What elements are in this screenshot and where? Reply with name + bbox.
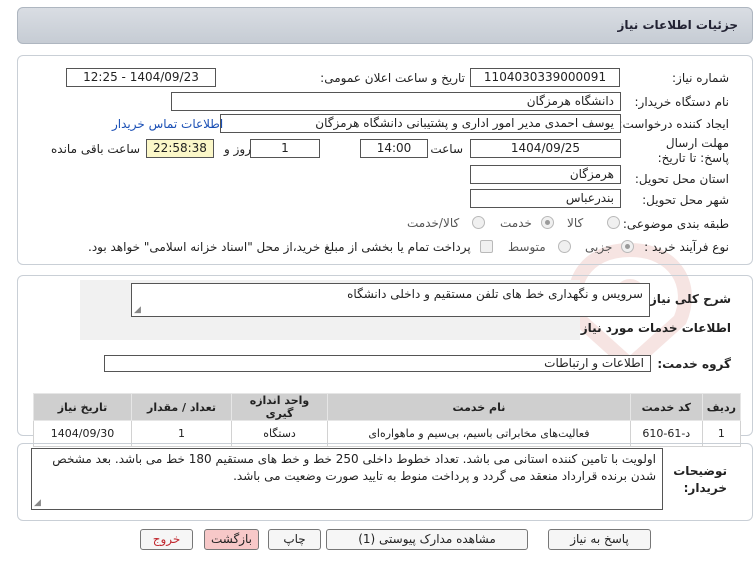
exit-button[interactable]: خروج bbox=[140, 529, 193, 550]
creator-label: ایجاد کننده درخواست: bbox=[618, 117, 729, 131]
radio-process-medium-label: متوسط bbox=[508, 240, 546, 254]
attachments-button[interactable]: مشاهده مدارک پیوستی (1) bbox=[326, 529, 528, 550]
creator-field: یوسف احمدی مدیر امور اداری و پشتیبانی دا… bbox=[220, 114, 621, 133]
radio-category-service[interactable] bbox=[541, 216, 554, 229]
service-group-label: گروه خدمت: bbox=[657, 357, 731, 371]
contact-info-link[interactable]: اطلاعات تماس خریدار bbox=[112, 117, 223, 131]
deadline-time-label: ساعت bbox=[430, 142, 463, 156]
back-button[interactable]: بازگشت bbox=[204, 529, 259, 550]
radio-process-minor[interactable] bbox=[621, 240, 634, 253]
deadline-label: مهلت ارسال پاسخ: تا تاریخ: bbox=[657, 136, 729, 165]
resize-grip-icon[interactable]: ◢ bbox=[134, 306, 141, 315]
deadline-time-field: 14:00 bbox=[360, 139, 428, 158]
buyer-notes-text: اولویت با تامین کننده استانی می باشد. تع… bbox=[52, 452, 656, 483]
remaining-time-field: 22:58:38 bbox=[146, 139, 214, 158]
radio-category-goods[interactable] bbox=[607, 216, 620, 229]
buyer-notes-field: اولویت با تامین کننده استانی می باشد. تع… bbox=[31, 448, 663, 510]
treasury-checkbox[interactable] bbox=[480, 240, 493, 253]
col-quantity: تعداد / مقدار bbox=[131, 393, 232, 421]
col-unit: واحد اندازه گیری bbox=[231, 393, 328, 421]
province-label: استان محل تحویل: bbox=[634, 172, 729, 186]
city-field: بندرعباس bbox=[470, 189, 621, 208]
process-label: نوع فرآیند خرید : bbox=[644, 240, 729, 254]
services-table: ردیف کد خدمت نام خدمت واحد اندازه گیری ت… bbox=[33, 393, 742, 447]
col-service-code: کد خدمت bbox=[629, 393, 703, 421]
days-label: روز و bbox=[224, 142, 251, 156]
description-label: شرح کلی نیاز: bbox=[645, 292, 731, 306]
table-header-row: ردیف کد خدمت نام خدمت واحد اندازه گیری ت… bbox=[33, 393, 742, 421]
print-button[interactable]: چاپ bbox=[268, 529, 321, 550]
resize-grip-icon[interactable]: ◢ bbox=[34, 499, 41, 508]
need-number-label: شماره نیاز: bbox=[672, 71, 729, 85]
col-service-name: نام خدمت bbox=[327, 393, 631, 421]
radio-category-goods-service-label: کالا/خدمت bbox=[407, 216, 460, 230]
remaining-label: ساعت باقی مانده bbox=[51, 142, 141, 156]
city-label: شهر محل تحویل: bbox=[642, 193, 729, 207]
days-field: 1 bbox=[250, 139, 320, 158]
col-row: ردیف bbox=[701, 393, 742, 421]
radio-category-goods-label: کالا bbox=[567, 216, 584, 230]
page-header: جزئیات اطلاعات نیاز bbox=[17, 7, 753, 44]
need-number-field: 1104030339000091 bbox=[470, 68, 620, 87]
radio-category-goods-service[interactable] bbox=[472, 216, 485, 229]
buyer-notes-label: توضیحات خریدار: bbox=[673, 464, 727, 495]
buyer-label: نام دستگاه خریدار: bbox=[634, 95, 730, 109]
radio-category-service-label: خدمت bbox=[500, 216, 532, 230]
reply-button[interactable]: پاسخ به نیاز bbox=[548, 529, 651, 550]
service-group-field: اطلاعات و ارتباطات bbox=[104, 355, 651, 372]
payment-note: پرداخت تمام یا بخشی از مبلغ خرید،از محل … bbox=[88, 240, 471, 254]
services-section-title: اطلاعات خدمات مورد نیاز bbox=[580, 321, 731, 335]
col-need-date: تاریخ نیاز bbox=[33, 393, 132, 421]
radio-process-medium[interactable] bbox=[558, 240, 571, 253]
province-field: هرمزگان bbox=[470, 165, 621, 184]
announce-field: 1404/09/23 - 12:25 bbox=[66, 68, 216, 87]
page-title: جزئیات اطلاعات نیاز bbox=[617, 18, 738, 32]
announce-label: تاریخ و ساعت اعلان عمومی: bbox=[320, 71, 465, 85]
description-field: سرویس و نگهداری خط های تلفن مستقیم و داخ… bbox=[131, 283, 650, 317]
deadline-date-field: 1404/09/25 bbox=[470, 139, 621, 158]
radio-process-minor-label: جزیی bbox=[585, 240, 613, 254]
description-text: سرویس و نگهداری خط های تلفن مستقیم و داخ… bbox=[347, 287, 643, 301]
buyer-field: دانشگاه هرمزگان bbox=[171, 92, 621, 111]
category-label: طبقه بندی موضوعی: bbox=[622, 217, 729, 231]
